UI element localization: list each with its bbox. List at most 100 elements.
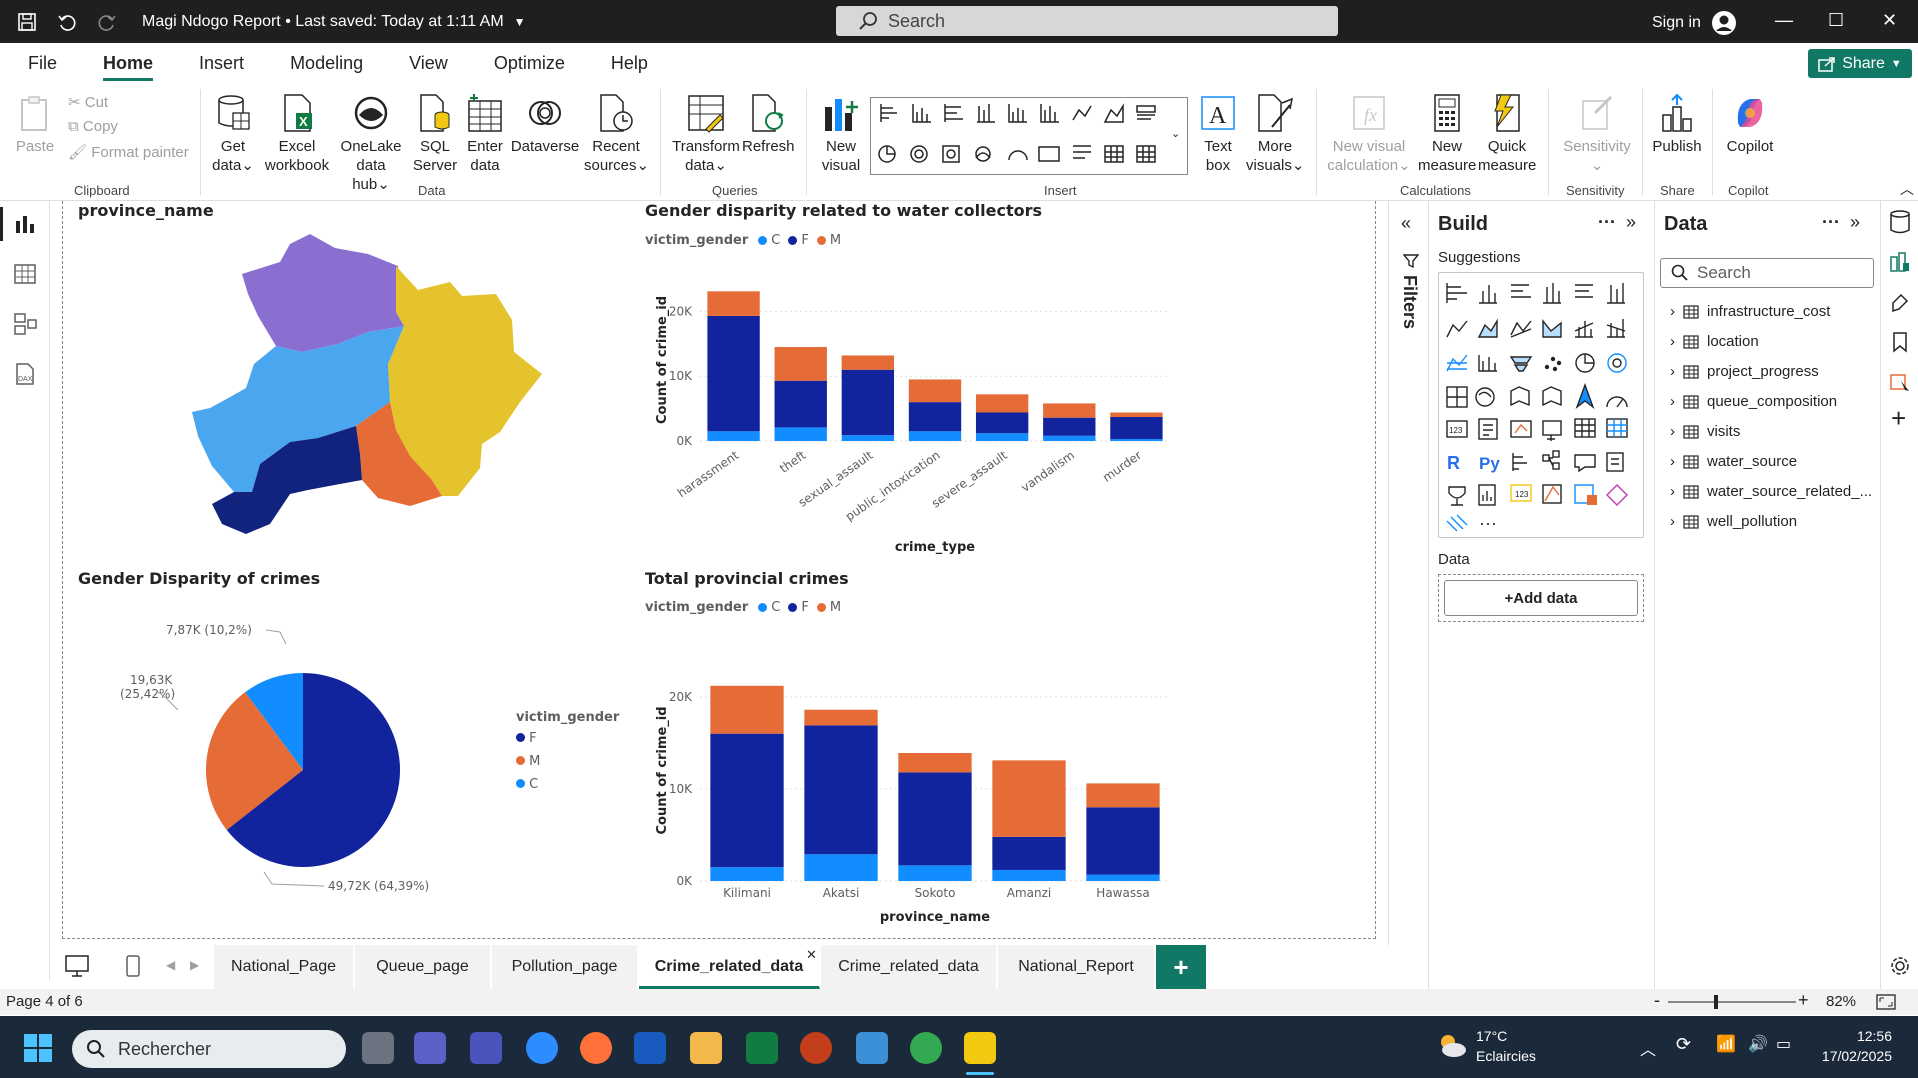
zoom-slider[interactable] [1668, 1001, 1796, 1003]
copilot-button[interactable]: Copilot [1720, 93, 1780, 156]
pie-legend-item-f[interactable]: F [516, 731, 619, 746]
title-dropdown-icon[interactable]: ▼ [514, 15, 526, 29]
power-bi-taskbar-icon[interactable] [964, 1032, 996, 1064]
menu-optimize[interactable]: Optimize [471, 43, 588, 83]
legend-m-label[interactable]: M [830, 600, 841, 615]
data-more-options-icon[interactable]: ··· [1822, 212, 1840, 233]
data-table-item[interactable]: › project_progress [1670, 363, 1874, 380]
chevron-right-icon[interactable]: › [1670, 483, 1675, 500]
legend-f-label[interactable]: F [801, 233, 808, 248]
bar-segment-f[interactable] [975, 412, 1029, 434]
paste-button[interactable]: Paste [14, 95, 56, 156]
bar-segment-c[interactable] [1043, 435, 1096, 441]
data-search-input[interactable]: Search [1660, 258, 1874, 288]
zoom-out-button[interactable]: - [1654, 990, 1660, 1011]
bar-segment-c[interactable] [1086, 874, 1160, 881]
pie-legend-item-c[interactable]: C [516, 777, 619, 792]
maximize-button[interactable]: ☐ [1828, 10, 1844, 31]
settings-gear-icon[interactable] [1889, 955, 1911, 977]
bar-segment-m[interactable] [804, 709, 878, 726]
zoom-in-button[interactable]: + [1798, 990, 1809, 1011]
bar-segment-m[interactable] [1110, 412, 1163, 418]
bar-segment-m[interactable] [841, 355, 895, 370]
bar-segment-m[interactable] [1043, 403, 1096, 418]
powerpoint-icon[interactable] [800, 1032, 832, 1064]
weather-icon[interactable] [1436, 1032, 1468, 1060]
save-icon[interactable] [14, 9, 40, 35]
sign-in-button[interactable]: Sign in [1652, 10, 1737, 36]
data-table-item[interactable]: › queue_composition [1670, 393, 1874, 410]
bar-segment-c[interactable] [804, 854, 878, 881]
build-more-options-icon[interactable]: ··· [1598, 212, 1616, 233]
bar-segment-f[interactable] [908, 402, 962, 432]
bar-segment-f[interactable] [1110, 417, 1163, 440]
bookmark-icon[interactable] [1889, 331, 1911, 353]
transform-data-button[interactable]: Transform data⌄ [670, 93, 742, 175]
add-data-button[interactable]: +Add data [1444, 580, 1638, 616]
data-table-item[interactable]: › visits [1670, 423, 1874, 440]
gallery-expand-icon[interactable]: ⌄ [1171, 127, 1180, 140]
redo-icon[interactable] [94, 9, 120, 35]
teams-work-icon[interactable] [470, 1032, 502, 1064]
desktop-layout-icon[interactable] [64, 954, 90, 978]
text-box-button[interactable]: A Text box [1196, 93, 1240, 175]
wifi-icon[interactable]: 📶 [1716, 1034, 1736, 1054]
data-table-item[interactable]: › water_source [1670, 453, 1874, 470]
bar-segment-m[interactable] [898, 753, 972, 773]
data-table-item[interactable]: › location [1670, 333, 1874, 350]
bar-segment-c[interactable] [1110, 439, 1163, 441]
zoom-level[interactable]: 82% [1826, 993, 1856, 1010]
refresh-button[interactable]: Refresh [742, 93, 795, 156]
legend-c-label[interactable]: C [771, 600, 780, 615]
tab-crime-related-data[interactable]: Crime_related_data [821, 945, 997, 989]
data-pane-icon[interactable] [1889, 209, 1911, 235]
bar-segment-m[interactable] [992, 760, 1066, 837]
bar-segment-c[interactable] [841, 435, 895, 441]
volume-icon[interactable]: 🔊 [1748, 1034, 1768, 1054]
windows-start-icon[interactable] [24, 1034, 52, 1062]
pie-legend-item-m[interactable]: M [516, 754, 619, 769]
enter-data-button[interactable]: Enter data [462, 93, 508, 175]
collapse-build-pane-icon[interactable]: » [1626, 212, 1636, 233]
bar-segment-f[interactable] [707, 315, 760, 432]
add-pane-icon[interactable]: + [1891, 403, 1906, 434]
new-measure-button[interactable]: New measure [1418, 93, 1476, 175]
more-visuals-button[interactable]: More visuals⌄ [1246, 93, 1304, 175]
task-view-icon[interactable] [362, 1032, 394, 1064]
tab-scroll-left-icon[interactable]: ◀ [166, 958, 175, 972]
tab-national-page[interactable]: National_Page [214, 945, 354, 989]
sql-server-button[interactable]: SQL Server [412, 93, 458, 175]
sensitivity-button[interactable]: Sensitivity ⌄ [1556, 93, 1638, 175]
bar-segment-c[interactable] [908, 431, 962, 441]
tab-pollution-page[interactable]: Pollution_page [492, 945, 638, 989]
chevron-right-icon[interactable]: › [1670, 363, 1675, 380]
chevron-right-icon[interactable]: › [1670, 513, 1675, 530]
minimize-button[interactable]: — [1775, 10, 1793, 31]
tab-crime-related-data-active[interactable]: Crime_related_data [639, 945, 820, 989]
camera-icon[interactable] [856, 1032, 888, 1064]
onelake-button[interactable]: OneLake data hub⌄ [336, 93, 406, 194]
tab-national-report[interactable]: National_Report [998, 945, 1155, 989]
bar-segment-m[interactable] [975, 394, 1029, 413]
teams-icon[interactable] [414, 1032, 446, 1064]
add-page-button[interactable]: + [1156, 945, 1206, 989]
excel-workbook-button[interactable]: X Excel workbook [262, 93, 332, 175]
weather-temp[interactable]: 17°C [1476, 1028, 1507, 1044]
chevron-right-icon[interactable]: › [1670, 303, 1675, 320]
bar-segment-f[interactable] [992, 836, 1066, 870]
bar-segment-f[interactable] [841, 369, 895, 436]
table-view-icon[interactable] [12, 261, 38, 287]
legend-f-label[interactable]: F [801, 600, 808, 615]
format-pane-icon[interactable] [1889, 291, 1911, 313]
quick-measure-button[interactable]: Quick measure [1478, 93, 1536, 175]
collapse-ribbon-icon[interactable]: ︿ [1900, 179, 1914, 199]
close-tab-icon[interactable]: ✕ [806, 947, 817, 963]
taskbar-search[interactable]: Rechercher [72, 1030, 346, 1068]
bar-segment-c[interactable] [710, 867, 784, 881]
menu-help[interactable]: Help [588, 43, 671, 83]
show-hidden-icons-icon[interactable]: ︿ [1640, 1036, 1656, 1060]
chevron-right-icon[interactable]: › [1670, 393, 1675, 410]
stacked-bar-chart-province[interactable]: 0K 10K 20K Count of crime_id Kilimani Akatsi S… [640, 640, 1200, 925]
visual-type-icons[interactable]: 123 R Py 123 ··· [1439, 273, 1645, 539]
mobile-layout-icon[interactable] [124, 954, 142, 978]
